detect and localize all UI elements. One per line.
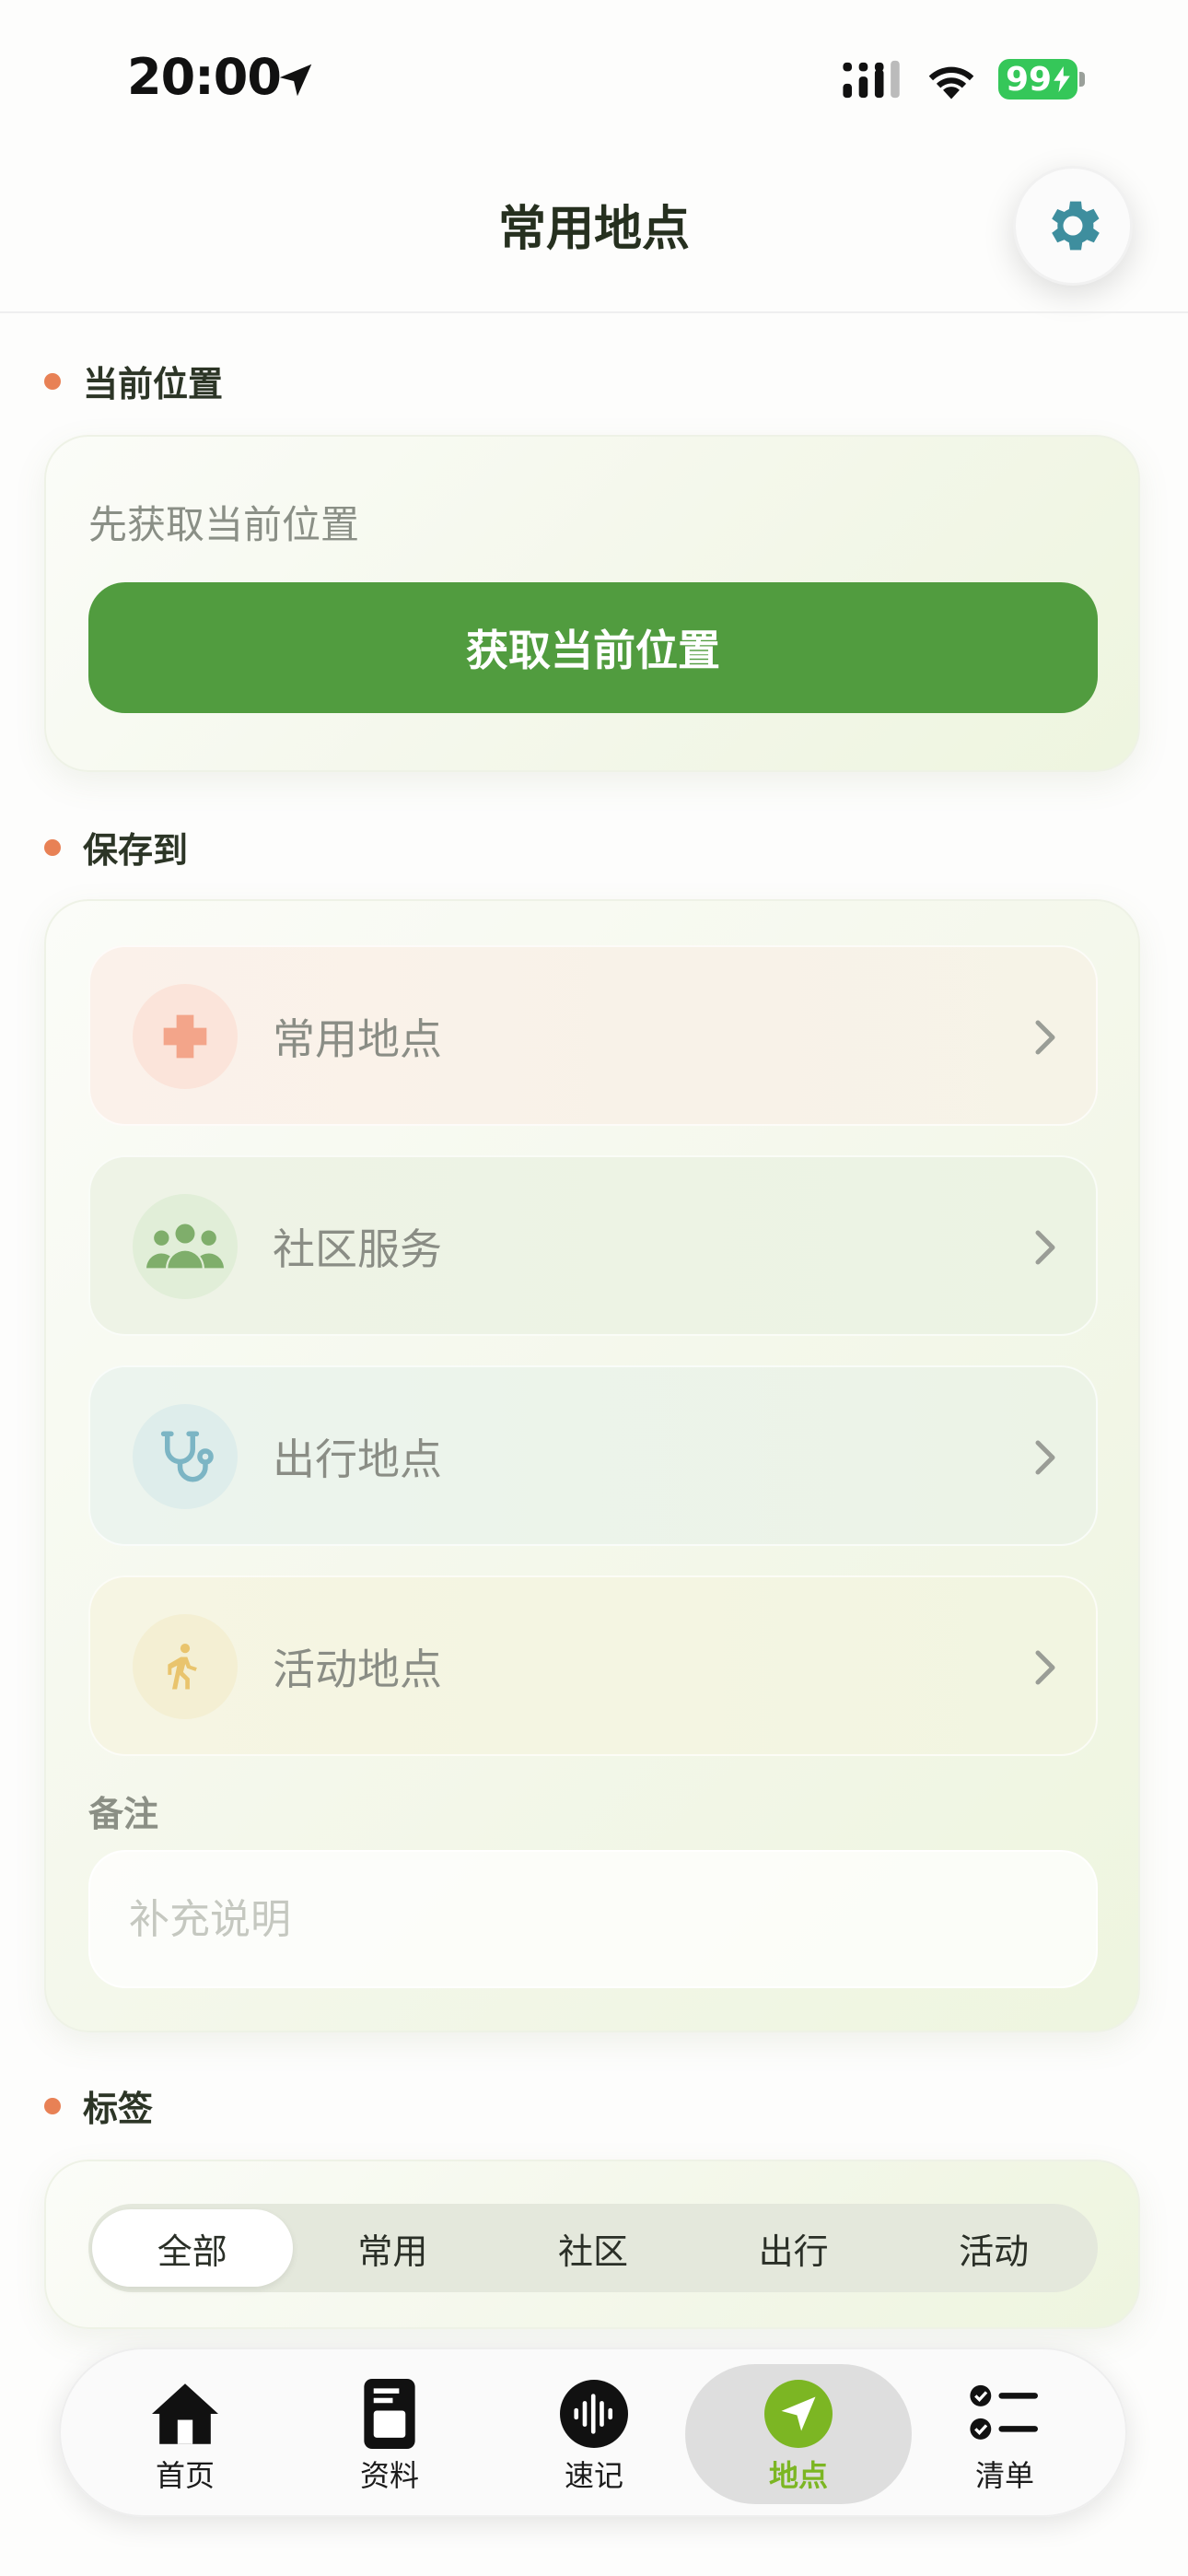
medical-cross-icon [163,1014,207,1059]
destination-label: 活动地点 [273,1645,442,1694]
voice-wave-icon [557,2377,631,2451]
get-location-button[interactable]: 获取当前位置 [88,582,1098,713]
tab-voice-notes[interactable]: 速记 [492,2364,696,2504]
walking-person-icon [168,1644,197,1690]
destination-travel-places[interactable]: 出行地点 [88,1365,1098,1546]
battery-cap [1079,72,1085,87]
destination-icon-badge [133,1404,238,1509]
tag-filter-community[interactable]: 社区 [493,2209,693,2287]
section-title: 当前位置 [83,364,224,404]
section-bullet [44,838,61,856]
destination-label: 出行地点 [273,1434,442,1484]
destination-frequent-places[interactable]: 常用地点 [88,945,1098,1126]
checklist-icon [968,2377,1042,2451]
note-label: 备注 [88,1794,159,1834]
tag-filter-activity[interactable]: 活动 [893,2209,1094,2287]
location-arrow-icon [762,2377,835,2451]
destination-icon-badge [133,1614,238,1719]
chevron-right-icon [1035,1230,1055,1265]
location-services-icon [279,64,312,97]
destination-icon-badge [133,984,238,1089]
page-title: 常用地点 [497,202,690,257]
status-bar: 20:00 99 [0,0,1188,157]
wifi-icon [928,66,974,100]
home-icon [148,2377,222,2451]
tab-label: 首页 [155,2458,215,2493]
tag-filter-all[interactable]: 全部 [92,2209,293,2287]
note-input[interactable] [88,1850,1098,1988]
section-tags: 标签 [44,2080,153,2131]
chevron-right-icon [1035,1650,1055,1685]
section-bullet [44,2097,61,2114]
header-divider [0,311,1188,313]
tab-label: 地点 [768,2458,828,2493]
destination-label: 社区服务 [273,1224,442,1274]
section-bullet [44,372,61,390]
gear-icon [1052,201,1100,251]
charging-bolt-icon [1054,66,1070,92]
tab-label: 资料 [359,2458,419,2493]
bottom-tab-bar: 首页 资料 速记 地点 清单 [59,2348,1127,2517]
destination-activity-places[interactable]: 活动地点 [88,1575,1098,1756]
settings-button[interactable] [1013,166,1133,286]
section-title: 标签 [83,2089,154,2129]
destination-label: 常用地点 [273,1014,442,1064]
tab-label: 速记 [564,2458,623,2493]
section-title: 保存到 [83,830,189,871]
tab-places[interactable]: 地点 [685,2364,912,2504]
tag-filter-travel[interactable]: 出行 [693,2209,894,2287]
destination-community-service[interactable]: 社区服务 [88,1155,1098,1336]
section-current-location: 当前位置 [44,356,223,406]
tab-documents[interactable]: 资料 [287,2364,492,2504]
tab-checklist[interactable]: 清单 [903,2364,1107,2504]
chevron-right-icon [1035,1440,1055,1475]
tag-filter-segmented-control: 全部 常用 社区 出行 活动 [88,2204,1098,2292]
tag-filter-frequent[interactable]: 常用 [293,2209,494,2287]
destination-icon-badge [133,1194,238,1299]
chevron-right-icon [1035,1020,1055,1055]
tab-home[interactable]: 首页 [83,2364,287,2504]
battery-indicator: 99 [998,59,1077,100]
tab-label: 清单 [974,2458,1034,2493]
battery-level: 99 [1005,60,1053,99]
cellular-signal-icon [843,60,900,99]
document-icon [353,2377,426,2451]
section-save-to: 保存到 [44,822,188,872]
status-time: 20:00 [127,48,282,106]
location-hint: 先获取当前位置 [88,502,360,547]
stethoscope-icon [160,1431,214,1482]
people-group-icon [146,1224,224,1269]
